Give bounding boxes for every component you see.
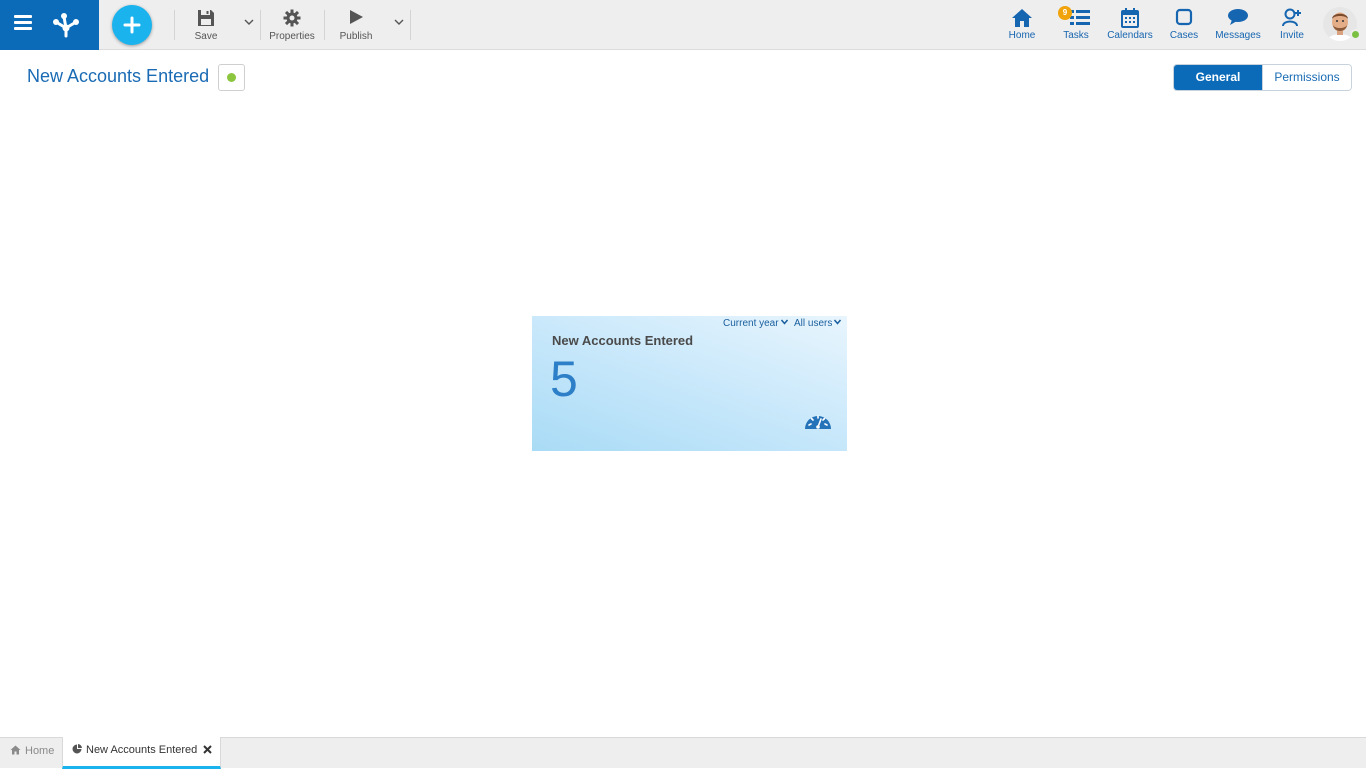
- close-icon[interactable]: [203, 745, 212, 754]
- tab-general[interactable]: General: [1174, 65, 1262, 90]
- house-icon: [1012, 9, 1032, 27]
- status-button[interactable]: [218, 64, 245, 91]
- bottom-tab-bar: Home New Accounts Entered: [0, 737, 1366, 769]
- toolbar-divider: [410, 10, 411, 40]
- nav-home[interactable]: Home: [1004, 0, 1040, 50]
- nav-cases-label: Cases: [1169, 30, 1199, 41]
- calendar-icon: [1121, 8, 1139, 28]
- nav-tasks-label: Tasks: [1063, 30, 1089, 41]
- chat-bubble-icon: [1228, 9, 1248, 25]
- bottom-tab-home-label: Home: [25, 745, 55, 757]
- period-filter[interactable]: Current year: [723, 318, 788, 329]
- bottom-tab-indicator[interactable]: New Accounts Entered: [62, 737, 221, 769]
- chevron-down-icon: [780, 319, 788, 325]
- nav-calendars-label: Calendars: [1107, 30, 1153, 41]
- save-button[interactable]: Save: [182, 0, 230, 50]
- menu-block: [0, 0, 99, 50]
- nav-tasks[interactable]: 9 Tasks: [1058, 0, 1094, 50]
- square-icon: [1175, 8, 1193, 26]
- tasks-badge: 9: [1058, 6, 1072, 20]
- house-icon: [10, 745, 21, 755]
- period-filter-label: Current year: [723, 318, 779, 329]
- play-icon: [350, 10, 363, 24]
- save-options-chevron-icon[interactable]: [244, 17, 254, 27]
- properties-button[interactable]: Properties: [266, 0, 318, 50]
- add-button[interactable]: [112, 5, 152, 45]
- nav-invite-label: Invite: [1280, 30, 1304, 41]
- indicator-card: Current year All users New Accounts Ente…: [532, 316, 847, 451]
- pie-chart-icon: [72, 744, 82, 754]
- nav-cases[interactable]: Cases: [1166, 0, 1202, 50]
- view-tabs: General Permissions: [1173, 64, 1352, 91]
- bottom-tab-home[interactable]: Home: [0, 738, 62, 768]
- nav-messages[interactable]: Messages: [1214, 0, 1262, 50]
- users-filter-label: All users: [794, 318, 833, 329]
- plus-icon: [123, 16, 141, 34]
- online-status-indicator: [1350, 29, 1361, 40]
- toolbar-divider: [260, 10, 261, 40]
- page-title: New Accounts Entered: [27, 66, 210, 86]
- bottom-tab-indicator-label: New Accounts Entered: [86, 744, 198, 756]
- top-toolbar: Save Properties Publish Home 9 Tasks Cal…: [0, 0, 1366, 50]
- add-user-icon: [1282, 8, 1301, 27]
- hamburger-icon[interactable]: [14, 15, 32, 30]
- app-logo[interactable]: [50, 9, 82, 41]
- nav-messages-label: Messages: [1215, 30, 1261, 41]
- tab-permissions[interactable]: Permissions: [1262, 65, 1351, 90]
- toolbar-divider: [324, 10, 325, 40]
- gear-icon: [283, 9, 301, 27]
- nav-home-label: Home: [1008, 30, 1036, 41]
- tasks-icon: [1070, 10, 1090, 25]
- toolbar-divider: [174, 10, 175, 40]
- publish-button[interactable]: Publish: [332, 0, 380, 50]
- indicator-title: New Accounts Entered: [552, 333, 694, 348]
- status-dot: [227, 73, 236, 82]
- gauge-icon: [805, 415, 831, 429]
- chevron-down-icon: [834, 319, 842, 325]
- publish-options-chevron-icon[interactable]: [394, 17, 404, 27]
- properties-label: Properties: [269, 31, 315, 42]
- indicator-value: 5: [550, 351, 578, 407]
- save-label: Save: [194, 31, 218, 42]
- nav-invite[interactable]: Invite: [1274, 0, 1310, 50]
- nav-calendars[interactable]: Calendars: [1106, 0, 1154, 50]
- users-filter[interactable]: All users: [794, 318, 842, 329]
- publish-label: Publish: [339, 31, 373, 42]
- floppy-icon: [198, 10, 214, 26]
